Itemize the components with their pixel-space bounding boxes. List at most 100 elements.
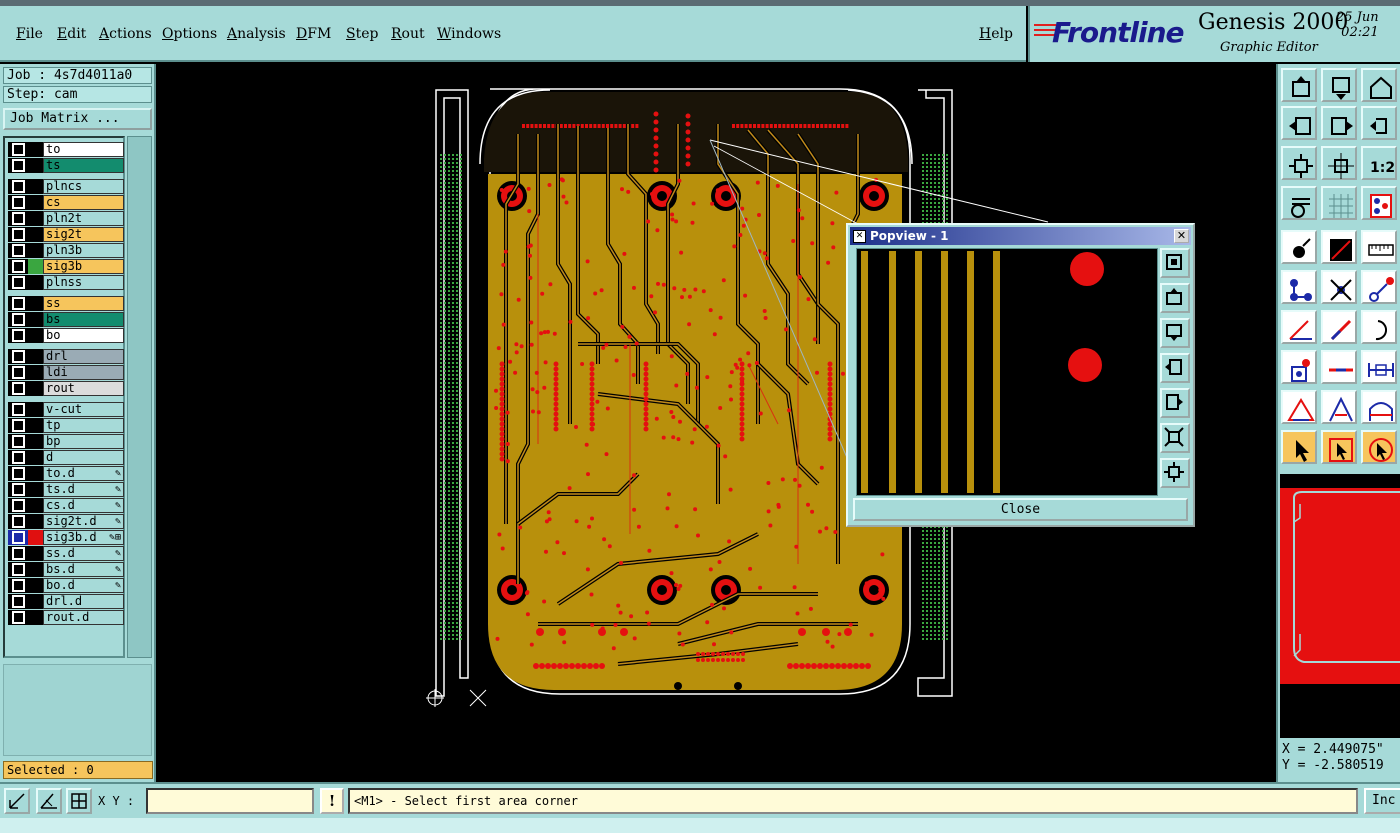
layer-color-swatch[interactable] bbox=[28, 243, 43, 258]
layer-checkbox[interactable] bbox=[8, 328, 28, 343]
layer-name[interactable]: pln2t bbox=[43, 211, 124, 226]
export-icon[interactable] bbox=[1321, 106, 1357, 140]
layer-name[interactable]: rout.d bbox=[43, 610, 124, 625]
layer-color-swatch[interactable] bbox=[28, 195, 43, 210]
layer-color-swatch[interactable] bbox=[28, 610, 43, 625]
layer-checkbox[interactable] bbox=[8, 365, 28, 380]
layer-checkbox[interactable] bbox=[8, 179, 28, 194]
layer-checkbox[interactable] bbox=[8, 530, 28, 545]
layer-row-plnss[interactable]: plnss bbox=[8, 275, 124, 290]
layer-color-swatch[interactable] bbox=[28, 546, 43, 561]
menu-rout[interactable]: Rout bbox=[391, 26, 425, 42]
layer-name[interactable]: ss.d ✎ bbox=[43, 546, 124, 561]
layer-row-v-cut[interactable]: v-cut bbox=[8, 402, 124, 417]
layer-color-swatch[interactable] bbox=[28, 179, 43, 194]
layer-color-swatch[interactable] bbox=[28, 562, 43, 577]
layer-checkbox[interactable] bbox=[8, 466, 28, 481]
layer-name[interactable]: v-cut bbox=[43, 402, 124, 417]
delete-pad-icon[interactable] bbox=[1321, 270, 1357, 304]
layer-name[interactable]: sig2t.d ✎ bbox=[43, 514, 124, 529]
snap-mode-icon[interactable] bbox=[4, 788, 30, 814]
layer-checkbox[interactable] bbox=[8, 578, 28, 593]
layer-name[interactable]: ts bbox=[43, 158, 124, 173]
layer-name[interactable]: sig3b bbox=[43, 259, 124, 274]
layer-checkbox[interactable] bbox=[8, 349, 28, 364]
layer-name[interactable]: plncs bbox=[43, 179, 124, 194]
layer-color-swatch[interactable] bbox=[28, 227, 43, 242]
layer-checkbox[interactable] bbox=[8, 434, 28, 449]
layer-row-to[interactable]: to bbox=[8, 142, 124, 157]
popview-zoom-out-button[interactable] bbox=[1160, 458, 1190, 488]
layer-row-pln2t[interactable]: pln2t bbox=[8, 211, 124, 226]
layer-name[interactable]: plnss bbox=[43, 275, 124, 290]
layer-checkbox[interactable] bbox=[8, 514, 28, 529]
undo-icon[interactable] bbox=[1361, 106, 1397, 140]
menu-help[interactable]: Help bbox=[979, 26, 1013, 42]
menu-file[interactable]: File bbox=[16, 26, 43, 42]
minus-line-icon[interactable] bbox=[1321, 350, 1357, 384]
layer-name[interactable]: to bbox=[43, 142, 124, 157]
popview-titlebar[interactable]: ✕ Popview - 1 ✕ bbox=[850, 227, 1191, 245]
layer-color-swatch[interactable] bbox=[28, 402, 43, 417]
layer-row-rout[interactable]: rout bbox=[8, 381, 124, 396]
layer-checkbox[interactable] bbox=[8, 195, 28, 210]
pad-snap-icon[interactable] bbox=[1281, 350, 1317, 384]
layer-list-scrollbar[interactable] bbox=[127, 136, 152, 658]
layer-row-rout-d[interactable]: rout.d bbox=[8, 610, 124, 625]
layer-name[interactable]: drl bbox=[43, 349, 124, 364]
arch-icon[interactable] bbox=[1361, 390, 1397, 424]
xy-input[interactable] bbox=[146, 788, 314, 814]
layer-name[interactable]: pln3b bbox=[43, 243, 124, 258]
layer-name[interactable]: rout bbox=[43, 381, 124, 396]
angle-mode-icon[interactable] bbox=[36, 788, 62, 814]
layer-color-swatch[interactable] bbox=[28, 578, 43, 593]
select-object-icon[interactable] bbox=[1281, 230, 1317, 264]
layer-checkbox[interactable] bbox=[8, 610, 28, 625]
layer-color-swatch[interactable] bbox=[28, 418, 43, 433]
layer-row-d[interactable]: d bbox=[8, 450, 124, 465]
draw-line-icon[interactable] bbox=[1321, 230, 1357, 264]
job-matrix-button[interactable]: Job Matrix ... bbox=[3, 108, 152, 130]
layer-name[interactable]: sig3b.d ✎⊞ bbox=[43, 530, 124, 545]
layer-color-swatch[interactable] bbox=[28, 296, 43, 311]
layer-checkbox[interactable] bbox=[8, 296, 28, 311]
layer-row-bs[interactable]: bs bbox=[8, 312, 124, 327]
layer-color-swatch[interactable] bbox=[28, 349, 43, 364]
zoom-center-icon[interactable] bbox=[1321, 146, 1357, 180]
layer-row-to-d[interactable]: to.d ✎ bbox=[8, 466, 124, 481]
layer-name[interactable]: to.d ✎ bbox=[43, 466, 124, 481]
menu-options[interactable]: Options bbox=[162, 26, 217, 42]
select-box-icon[interactable] bbox=[1321, 430, 1357, 464]
layer-row-ts[interactable]: ts bbox=[8, 158, 124, 173]
layer-color-swatch[interactable] bbox=[28, 365, 43, 380]
apex-icon[interactable] bbox=[1321, 390, 1357, 424]
layer-checkbox[interactable] bbox=[8, 594, 28, 609]
layer-row-ldi[interactable]: ldi bbox=[8, 365, 124, 380]
layer-row-bp[interactable]: bp bbox=[8, 434, 124, 449]
triangle-icon[interactable] bbox=[1281, 390, 1317, 424]
popview-pan-up-button[interactable] bbox=[1160, 283, 1190, 313]
distance-icon[interactable] bbox=[1361, 350, 1397, 384]
layer-color-swatch[interactable] bbox=[28, 259, 43, 274]
layer-color-swatch[interactable] bbox=[28, 312, 43, 327]
layer-color-swatch[interactable] bbox=[28, 594, 43, 609]
layers-config-icon[interactable] bbox=[1361, 186, 1397, 220]
menu-dfm[interactable]: DFM bbox=[296, 26, 331, 42]
layer-row-drl-d[interactable]: drl.d bbox=[8, 594, 124, 609]
layer-checkbox[interactable] bbox=[8, 450, 28, 465]
layer-color-swatch[interactable] bbox=[28, 498, 43, 513]
layer-color-swatch[interactable] bbox=[28, 466, 43, 481]
layer-row-pln3b[interactable]: pln3b bbox=[8, 243, 124, 258]
menu-windows[interactable]: Windows bbox=[437, 26, 501, 42]
layer-row-sig2t-d[interactable]: sig2t.d ✎ bbox=[8, 514, 124, 529]
layer-row-bo-d[interactable]: bo.d ✎ bbox=[8, 578, 124, 593]
layer-color-swatch[interactable] bbox=[28, 275, 43, 290]
layer-color-swatch[interactable] bbox=[28, 434, 43, 449]
layer-checkbox[interactable] bbox=[8, 482, 28, 497]
layer-row-bs-d[interactable]: bs.d ✎ bbox=[8, 562, 124, 577]
layer-name[interactable]: sig2t bbox=[43, 227, 124, 242]
grid-mode-icon[interactable] bbox=[66, 788, 92, 814]
warning-button[interactable]: ! bbox=[320, 788, 344, 814]
inc-button[interactable]: Inc bbox=[1364, 788, 1400, 814]
layer-name[interactable]: drl.d bbox=[43, 594, 124, 609]
